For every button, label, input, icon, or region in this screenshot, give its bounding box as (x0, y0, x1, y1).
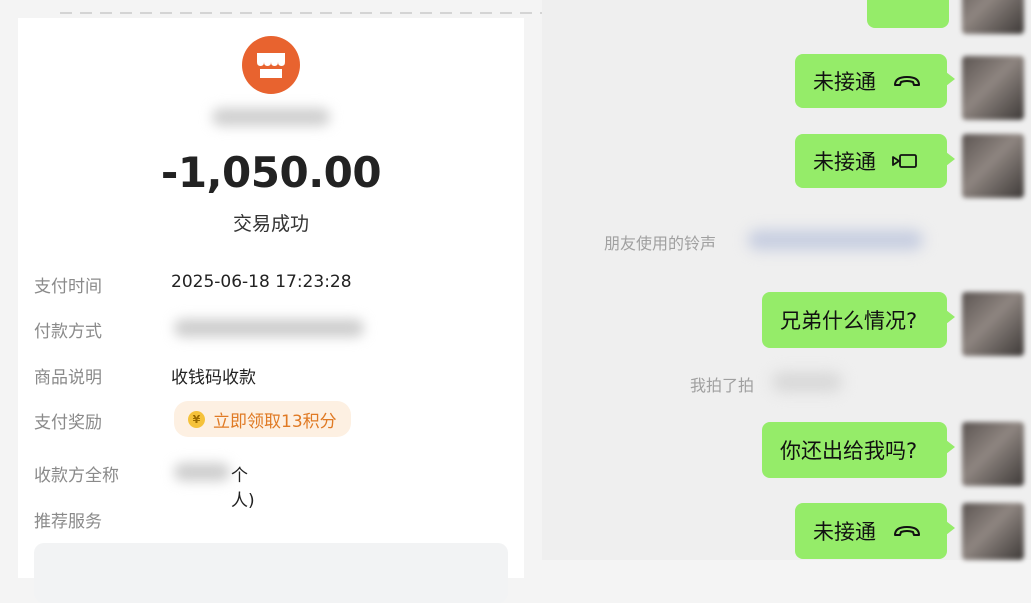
message-text: 你还出给我吗? (780, 439, 918, 463)
payee-name-redacted (174, 463, 230, 481)
message-text: 兄弟什么情况? (780, 309, 918, 333)
avatar[interactable] (962, 503, 1024, 560)
detail-label: 商品说明 (34, 368, 102, 388)
detail-value: 2025-06-18 17:23:28 (171, 272, 352, 292)
transaction-amount: -1,050.00 (160, 148, 382, 197)
payment-method-redacted (174, 319, 364, 337)
claim-points-label: 立即领取13积分 (213, 411, 337, 432)
system-message-ringtone: 朋友使用的铃声 (604, 234, 717, 253)
avatar[interactable] (962, 292, 1024, 356)
chat-bubble-text[interactable]: 你还出给我吗? (762, 422, 955, 478)
chat-bubble-call[interactable]: 未接通 (795, 503, 955, 559)
detail-value: 收钱码收款 (171, 368, 256, 388)
transaction-status: 交易成功 (232, 213, 309, 235)
chat-bubble-text[interactable]: 兄弟什么情况? (762, 292, 955, 348)
avatar[interactable] (962, 0, 1024, 34)
detail-label: 推荐服务 (34, 512, 102, 532)
chat-bubble-call[interactable]: 未接通 (795, 54, 955, 108)
detail-label: 支付奖励 (34, 413, 102, 433)
transaction-receipt-panel: -1,050.00 交易成功 支付时间 2025-06-18 17:23:28 … (18, 18, 524, 603)
recommended-service-card[interactable] (34, 543, 508, 603)
pat-target-redacted (772, 372, 842, 392)
call-status-text: 未接通 (813, 520, 876, 544)
chat-bubble-call[interactable]: 未接通 (795, 134, 955, 188)
avatar[interactable] (962, 56, 1024, 120)
detail-label: 收款方全称 (34, 466, 119, 486)
detail-label: 付款方式 (34, 322, 102, 342)
video-call-icon (890, 152, 920, 170)
payee-name-suffix: 个人) (231, 466, 255, 511)
store-icon (242, 36, 300, 94)
phone-hangup-icon (892, 73, 922, 89)
call-status-text: 未接通 (813, 70, 876, 94)
call-status-text: 未接通 (813, 150, 876, 174)
phone-hangup-icon (892, 523, 922, 539)
chat-bubble-partial[interactable] (867, 0, 949, 28)
avatar[interactable] (962, 134, 1024, 198)
system-message-pat: 我拍了拍 (690, 376, 755, 395)
detail-label: 支付时间 (34, 277, 102, 297)
coin-icon: ¥ (188, 410, 205, 428)
ringtone-name-redacted (748, 230, 923, 250)
avatar[interactable] (962, 422, 1024, 486)
claim-points-button[interactable]: ¥ 立即领取13积分 (174, 401, 351, 437)
merchant-name-redacted (212, 108, 330, 126)
